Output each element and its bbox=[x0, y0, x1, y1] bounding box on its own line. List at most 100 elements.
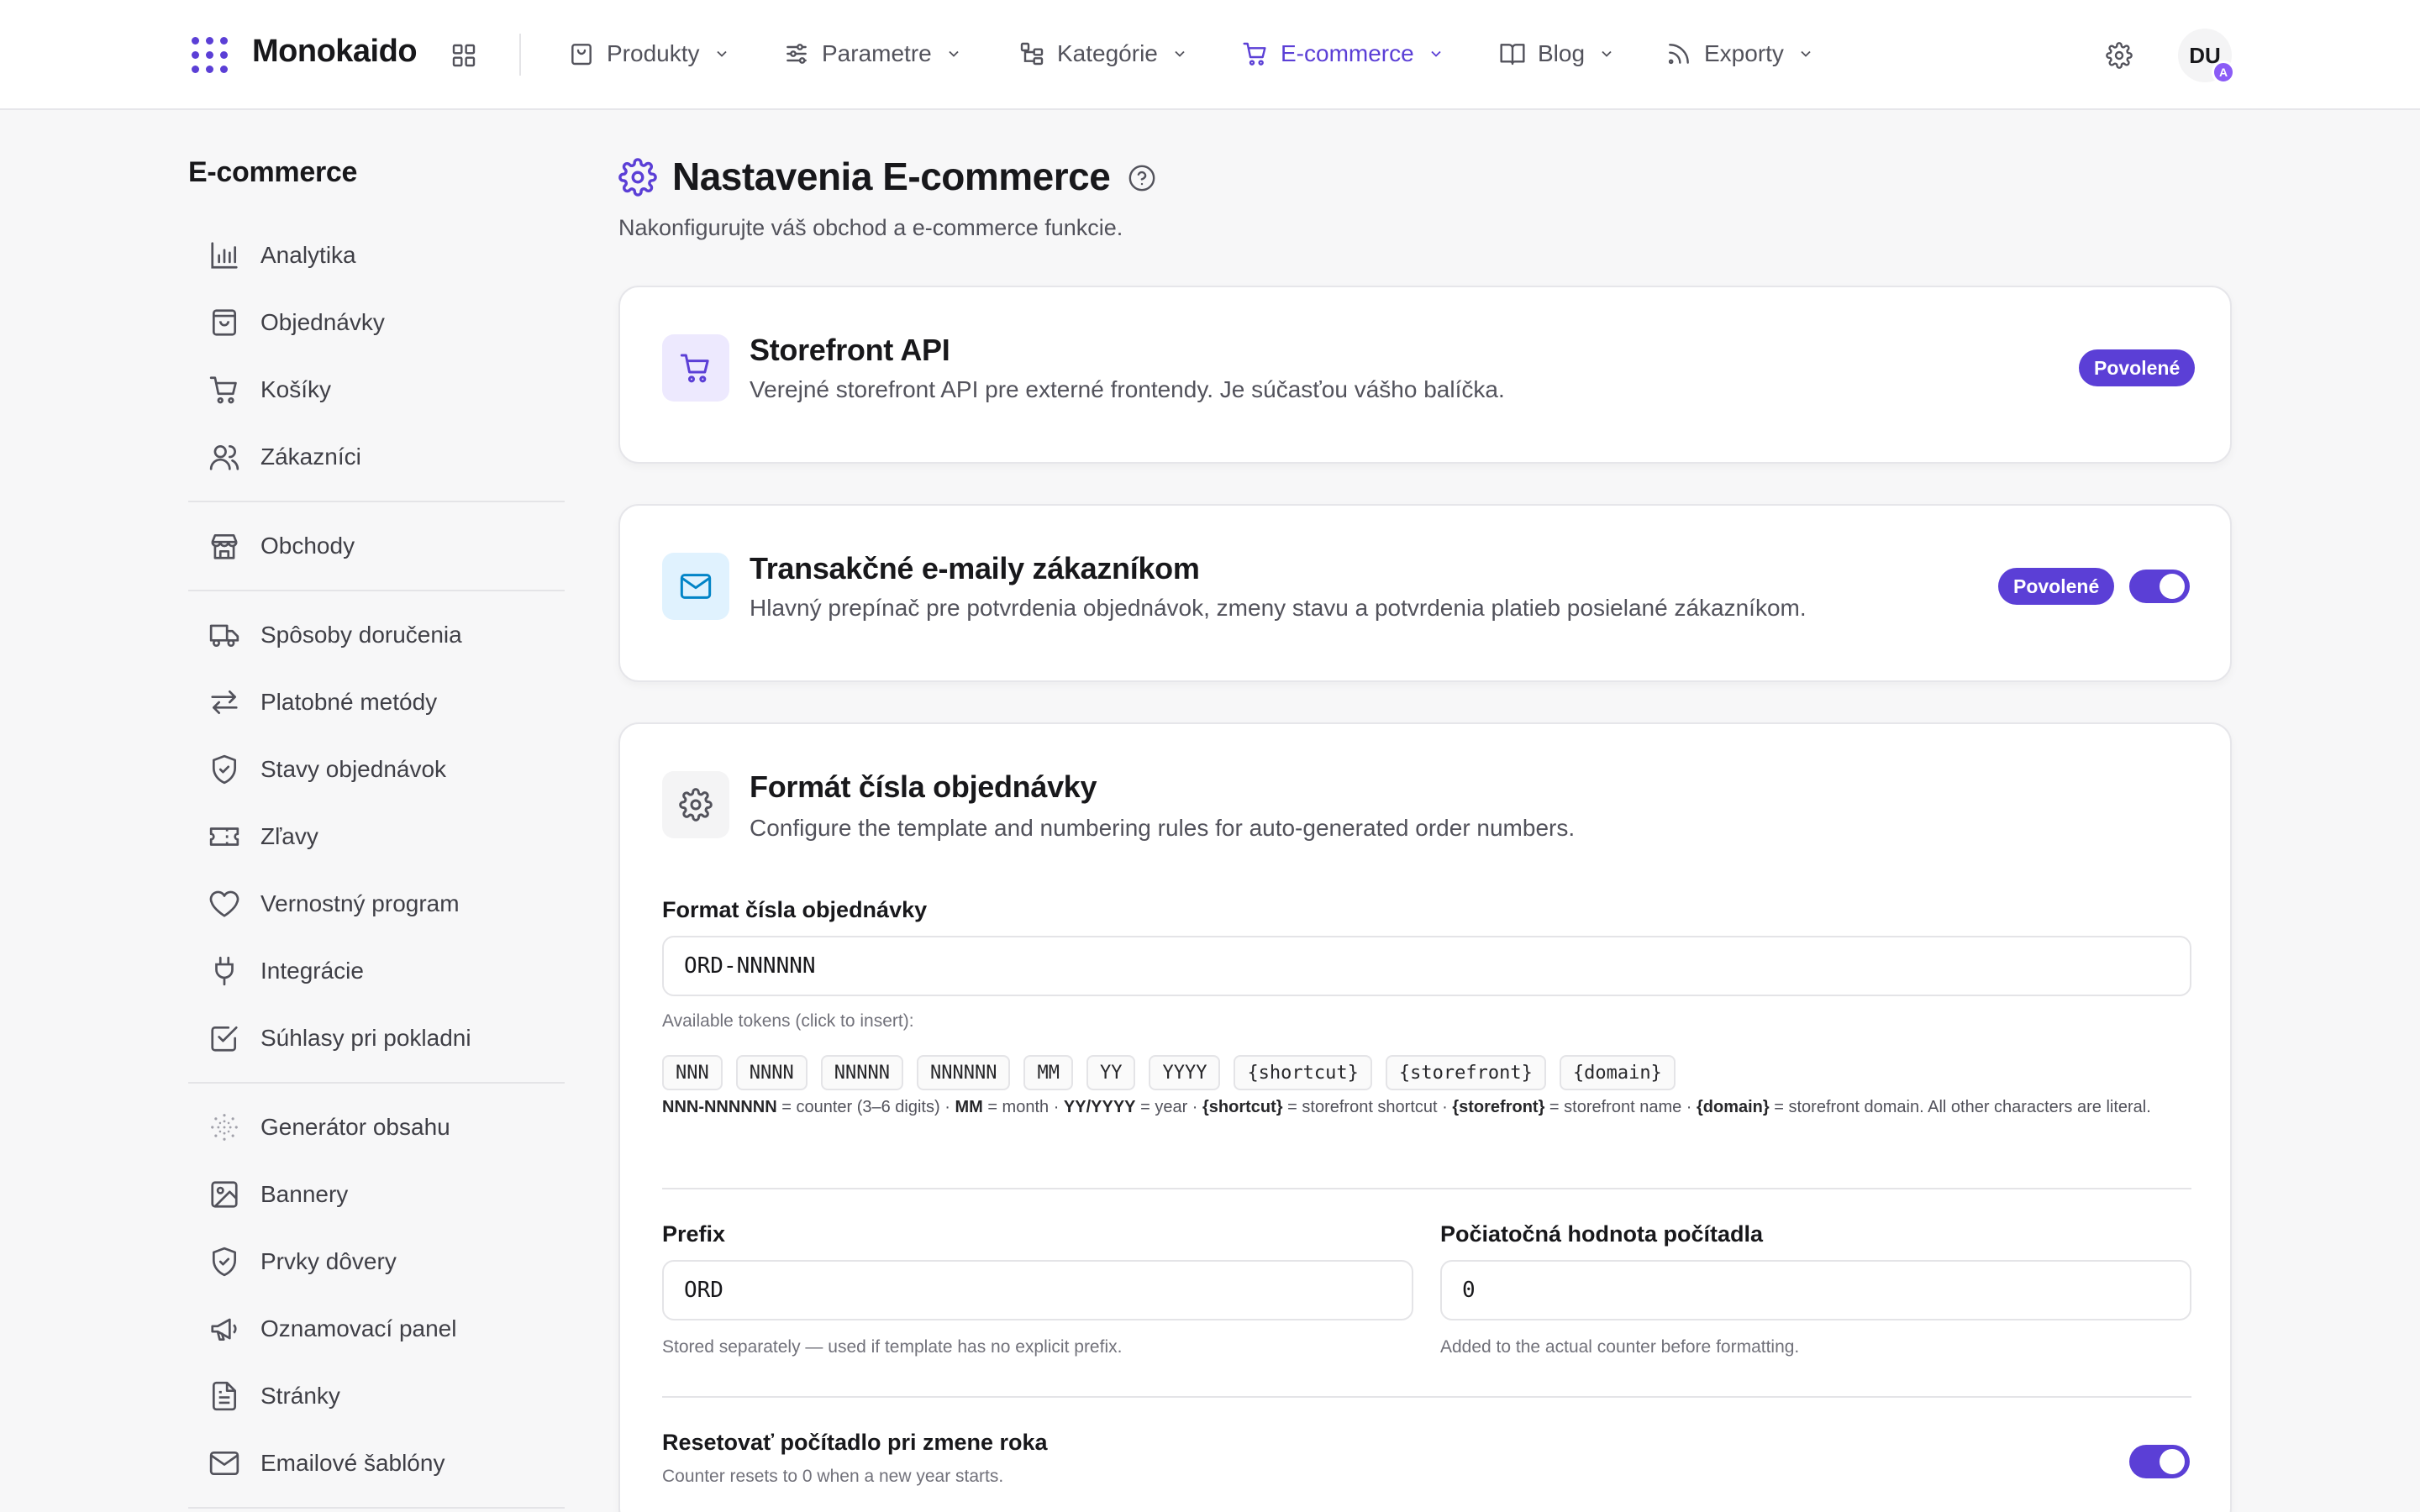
sidebar-item-label: Súhlasy pri pokladni bbox=[260, 1025, 471, 1051]
megaphone-icon bbox=[211, 1318, 237, 1341]
top-bar: Monokaido Produkty Parametre Kategórie E… bbox=[0, 0, 2420, 110]
format-label: Format čísla objednávky bbox=[662, 897, 928, 922]
sidebar-item-label: Bannery bbox=[260, 1181, 349, 1207]
chevron-down-icon bbox=[1431, 50, 1441, 57]
sidebar-item-label: Oznamovací panel bbox=[260, 1315, 457, 1341]
legend-key: {shortcut} bbox=[1202, 1098, 1283, 1116]
nav-label: Exporty bbox=[1704, 40, 1784, 66]
counter-start-input[interactable]: 0 bbox=[1440, 1260, 2191, 1320]
sidebar-item-emailove-sablony[interactable]: Emailové šablóny bbox=[208, 1441, 445, 1485]
cart-icon bbox=[1243, 42, 1266, 66]
reset-counter-toggle[interactable] bbox=[2129, 1445, 2190, 1478]
transactional-emails-card: Transakčné e-maily zákazníkom Hlavný pre… bbox=[618, 504, 2232, 682]
sidebar-item-label: Objednávky bbox=[260, 309, 385, 335]
token-chip[interactable]: {domain} bbox=[1559, 1055, 1676, 1090]
sidebar-item-vernostny-program[interactable]: Vernostný program bbox=[208, 882, 460, 926]
status-badge: Povolené bbox=[1998, 568, 2115, 605]
chevron-down-icon bbox=[1602, 50, 1612, 57]
sidebar-item-generator-obsahu[interactable]: Generátor obsahu bbox=[208, 1105, 450, 1149]
apps-grid-icon[interactable] bbox=[450, 42, 477, 69]
token-chip[interactable]: NNNN bbox=[735, 1055, 808, 1090]
sidebar-item-suhlasy[interactable]: Súhlasy pri pokladni bbox=[208, 1016, 471, 1060]
sidebar-item-objednavky[interactable]: Objednávky bbox=[208, 301, 385, 344]
token-chip[interactable]: {storefront} bbox=[1385, 1055, 1546, 1090]
sidebar-item-zlavy[interactable]: Zľavy bbox=[208, 815, 318, 858]
legend-key: {storefront} bbox=[1452, 1098, 1545, 1116]
sidebar-item-label: Zľavy bbox=[260, 823, 318, 849]
sidebar-separator bbox=[188, 590, 565, 591]
token-chip[interactable]: MM bbox=[1023, 1055, 1073, 1090]
sidebar-item-oznamovaci-panel[interactable]: Oznamovací panel bbox=[208, 1307, 456, 1351]
card-title: Transakčné e-maily zákazníkom bbox=[750, 551, 1200, 585]
file-icon bbox=[212, 1381, 237, 1411]
nav-label: Blog bbox=[1538, 40, 1586, 66]
sidebar-item-prvky-dovery[interactable]: Prvky dôvery bbox=[208, 1240, 397, 1284]
cart-icon bbox=[680, 354, 709, 383]
order-format-input[interactable]: ORD-NNNNNN bbox=[662, 936, 2191, 996]
section-divider bbox=[662, 1396, 2191, 1398]
sidebar-item-sposoby-dorucenia[interactable]: Spôsoby doručenia bbox=[208, 613, 462, 657]
prefix-label: Prefix bbox=[662, 1221, 726, 1247]
reset-counter-label: Resetovať počítadlo pri zmene roka bbox=[662, 1430, 1048, 1455]
nav-e-commerce[interactable]: E-commerce bbox=[1242, 34, 1444, 74]
mail-icon bbox=[680, 574, 712, 599]
sidebar-item-zakaznici[interactable]: Zákazníci bbox=[208, 435, 361, 479]
sparkle-icon bbox=[211, 1114, 238, 1141]
sliders-icon bbox=[786, 44, 807, 64]
token-list: NNN NNNN NNNNN NNNNNN MM YY YYYY {shortc… bbox=[662, 1055, 1676, 1090]
sidebar-item-label: Stránky bbox=[260, 1383, 340, 1409]
nav-exporty[interactable]: Exporty bbox=[1665, 34, 1814, 74]
nav-produkty[interactable]: Produkty bbox=[568, 34, 730, 74]
app-name[interactable]: Monokaido bbox=[252, 34, 418, 70]
chart-icon bbox=[211, 242, 238, 269]
token-chip[interactable]: NNNNN bbox=[820, 1055, 903, 1090]
sidebar-item-obchody[interactable]: Obchody bbox=[208, 524, 355, 568]
prefix-input[interactable]: ORD bbox=[662, 1260, 1413, 1320]
sidebar-item-label: Integrácie bbox=[260, 958, 364, 984]
token-chip[interactable]: YYYY bbox=[1149, 1055, 1221, 1090]
legend-text: = month · bbox=[982, 1098, 1064, 1116]
nav-label: Produkty bbox=[607, 40, 700, 66]
storefront-icon-tile bbox=[662, 334, 729, 402]
token-chip[interactable]: NNN bbox=[662, 1055, 723, 1090]
nav-kategorie[interactable]: Kategórie bbox=[1018, 34, 1188, 74]
legend-text: = year · bbox=[1135, 1098, 1203, 1116]
legend-text: = counter (3–6 digits) · bbox=[776, 1098, 955, 1116]
sidebar-item-stranky[interactable]: Stránky bbox=[208, 1374, 340, 1418]
sidebar-item-label: Obchody bbox=[260, 533, 355, 559]
legend-key: {domain} bbox=[1697, 1098, 1770, 1116]
token-chip[interactable]: NNNNNN bbox=[916, 1055, 1011, 1090]
sidebar-item-bannery[interactable]: Bannery bbox=[208, 1173, 348, 1216]
token-chip[interactable]: {shortcut} bbox=[1234, 1055, 1372, 1090]
page-subtitle: Nakonfigurujte váš obchod a e-commerce f… bbox=[618, 215, 1123, 240]
sidebar-title: E-commerce bbox=[188, 156, 358, 188]
sidebar-item-stavy-objednavok[interactable]: Stavy objednávok bbox=[208, 748, 446, 791]
legend-text: = storefront shortcut · bbox=[1282, 1098, 1453, 1116]
nav-blog[interactable]: Blog bbox=[1499, 34, 1615, 74]
sidebar-item-platobne-metody[interactable]: Platobné metódy bbox=[208, 680, 437, 724]
nav-parametre[interactable]: Parametre bbox=[783, 34, 962, 74]
token-chip[interactable]: YY bbox=[1086, 1055, 1136, 1090]
sidebar-item-label: Analytika bbox=[260, 242, 356, 268]
card-title: Storefront API bbox=[750, 333, 950, 367]
nav-label: Parametre bbox=[822, 40, 932, 66]
card-description: Configure the template and numbering rul… bbox=[750, 815, 1576, 841]
sidebar-item-integracie[interactable]: Integrácie bbox=[208, 949, 364, 993]
mail-icon-tile bbox=[662, 553, 729, 620]
reset-counter-hint: Counter resets to 0 when a new year star… bbox=[662, 1467, 1004, 1486]
help-circle-icon[interactable] bbox=[1128, 164, 1156, 192]
prefix-hint: Stored separately — used if template has… bbox=[662, 1337, 1123, 1357]
order-number-format-card: Formát čísla objednávky Configure the te… bbox=[618, 722, 2232, 1512]
legend-text: = storefront domain. All other character… bbox=[1769, 1098, 2151, 1116]
store-icon bbox=[211, 533, 238, 559]
sidebar-item-analytika[interactable]: Analytika bbox=[208, 234, 356, 277]
logo-icon[interactable] bbox=[192, 37, 229, 74]
settings-gear-icon[interactable] bbox=[2106, 42, 2133, 69]
chevron-down-icon bbox=[1175, 50, 1185, 57]
sidebar-separator bbox=[188, 1507, 565, 1509]
emails-toggle[interactable] bbox=[2129, 570, 2190, 603]
sidebar-item-kosiky[interactable]: Košíky bbox=[208, 368, 331, 412]
checkbox-icon bbox=[211, 1026, 238, 1052]
heart-icon bbox=[209, 890, 239, 917]
sidebar-item-label: Prvky dôvery bbox=[260, 1248, 397, 1274]
